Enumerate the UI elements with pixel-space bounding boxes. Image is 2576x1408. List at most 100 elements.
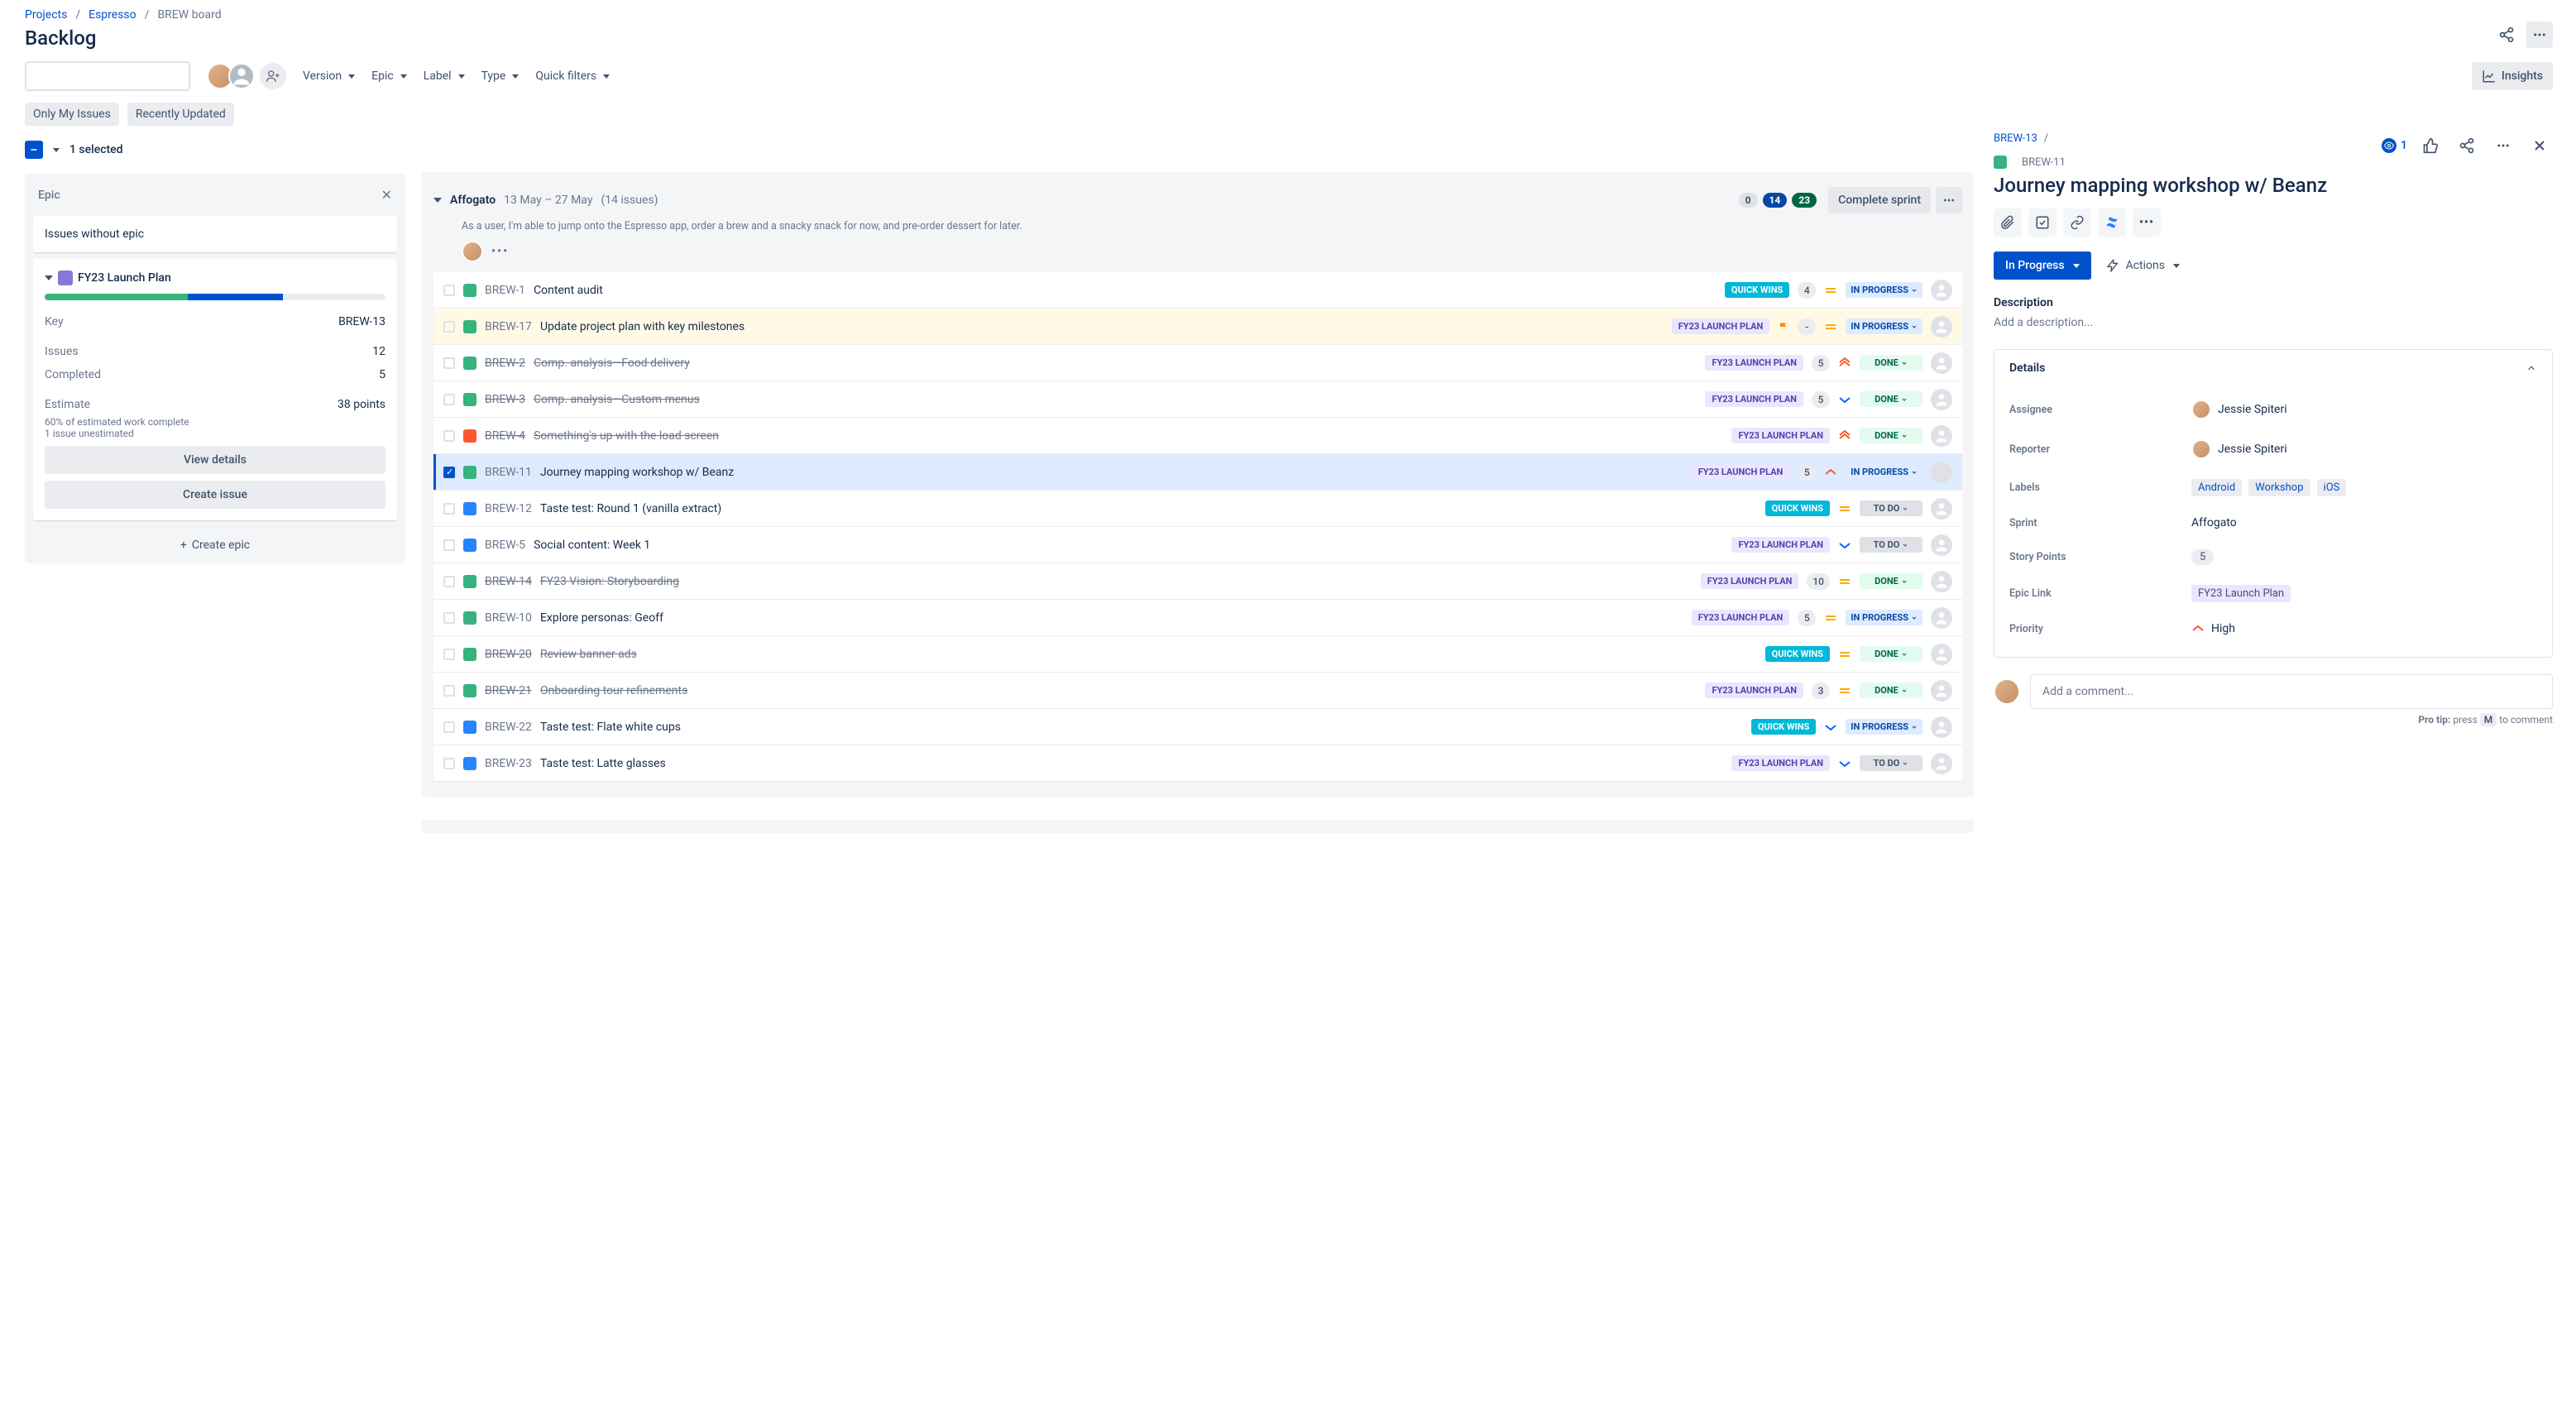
more-icon[interactable] bbox=[2526, 22, 2553, 48]
epic-label[interactable]: FY23 LAUNCH PLAN bbox=[1731, 755, 1830, 771]
issue-row[interactable]: BREW-17Update project plan with key mile… bbox=[433, 309, 1962, 345]
row-checkbox[interactable] bbox=[443, 576, 455, 587]
epic-label[interactable]: FY23 LAUNCH PLAN bbox=[1692, 464, 1790, 480]
link-icon[interactable] bbox=[2063, 208, 2091, 237]
status-dropdown[interactable]: IN PROGRESS bbox=[1846, 318, 1922, 334]
sprint-more-users-icon[interactable]: ••• bbox=[491, 245, 509, 258]
chip-recently-updated[interactable]: Recently Updated bbox=[127, 103, 234, 126]
row-checkbox[interactable] bbox=[443, 539, 455, 551]
status-dropdown[interactable]: TO DO bbox=[1860, 755, 1922, 771]
field-labels[interactable]: AndroidWorkshopiOS bbox=[2191, 479, 2537, 496]
row-checkbox[interactable] bbox=[443, 758, 455, 769]
assignee-avatar[interactable] bbox=[1931, 753, 1952, 774]
field-reporter[interactable]: Jessie Spiteri bbox=[2191, 439, 2537, 459]
status-dropdown[interactable]: DONE bbox=[1860, 646, 1922, 662]
status-dropdown[interactable]: DONE bbox=[1860, 428, 1922, 443]
row-checkbox[interactable] bbox=[443, 503, 455, 515]
epic-create-issue-button[interactable]: Create issue bbox=[45, 481, 385, 509]
epic-label[interactable]: FY23 LAUNCH PLAN bbox=[1705, 355, 1803, 371]
add-people-icon[interactable] bbox=[260, 63, 286, 89]
epic-label[interactable]: FY23 LAUNCH PLAN bbox=[1705, 391, 1803, 407]
assignee-avatar[interactable] bbox=[1931, 716, 1952, 738]
row-checkbox[interactable] bbox=[443, 321, 455, 333]
issue-key[interactable]: BREW-4 bbox=[485, 429, 525, 443]
detail-more-icon[interactable] bbox=[2490, 132, 2516, 159]
breadcrumb-projects[interactable]: Projects bbox=[25, 8, 67, 22]
detail-issue-key[interactable]: BREW-11 bbox=[2022, 156, 2066, 169]
issue-row[interactable]: BREW-4Something's up with the load scree… bbox=[433, 418, 1962, 454]
status-dropdown[interactable]: TO DO bbox=[1860, 537, 1922, 553]
issue-row[interactable]: BREW-22Taste test: Flate white cupsQUICK… bbox=[433, 709, 1962, 745]
assignee-avatar[interactable] bbox=[1931, 498, 1952, 520]
issue-row[interactable]: BREW-23Taste test: Latte glassesFY23 LAU… bbox=[433, 745, 1962, 782]
status-dropdown[interactable]: IN PROGRESS bbox=[1846, 719, 1922, 735]
issue-key[interactable]: BREW-10 bbox=[485, 611, 532, 625]
details-toggle[interactable]: Details bbox=[1994, 350, 2552, 386]
epic-view-details-button[interactable]: View details bbox=[45, 446, 385, 474]
status-dropdown[interactable]: DONE bbox=[1860, 391, 1922, 407]
insights-button[interactable]: Insights bbox=[2472, 62, 2553, 90]
row-checkbox[interactable] bbox=[443, 430, 455, 442]
share-icon[interactable] bbox=[2454, 132, 2480, 159]
assignee-avatar[interactable] bbox=[1931, 534, 1952, 556]
filter-version[interactable]: Version bbox=[303, 69, 355, 83]
epic-label[interactable]: FY23 LAUNCH PLAN bbox=[1692, 610, 1790, 625]
like-icon[interactable] bbox=[2417, 132, 2444, 159]
issue-key[interactable]: BREW-17 bbox=[485, 320, 532, 333]
issue-key[interactable]: BREW-21 bbox=[485, 684, 532, 697]
issue-key[interactable]: BREW-3 bbox=[485, 393, 525, 406]
issue-row[interactable]: BREW-11Journey mapping workshop w/ Beanz… bbox=[433, 454, 1962, 491]
assignee-avatar[interactable] bbox=[1931, 644, 1952, 665]
label-chip[interactable]: Workshop bbox=[2248, 479, 2310, 496]
epic-label[interactable]: QUICK WINS bbox=[1765, 500, 1830, 516]
issue-row[interactable]: BREW-20Review banner adsQUICK WINSDONE bbox=[433, 636, 1962, 673]
issue-key[interactable]: BREW-22 bbox=[485, 721, 532, 734]
epic-card-noepic[interactable]: Issues without epic bbox=[33, 216, 397, 252]
issue-key[interactable]: BREW-1 bbox=[485, 284, 525, 297]
search-input[interactable] bbox=[25, 61, 190, 91]
epic-label[interactable]: FY23 LAUNCH PLAN bbox=[1731, 428, 1830, 443]
issue-key[interactable]: BREW-23 bbox=[485, 757, 532, 770]
assignee-avatar[interactable] bbox=[1931, 425, 1952, 447]
epic-label[interactable]: FY23 LAUNCH PLAN bbox=[1705, 682, 1803, 698]
row-checkbox[interactable] bbox=[443, 612, 455, 624]
status-dropdown[interactable]: DONE bbox=[1860, 355, 1922, 371]
detail-parent-key[interactable]: BREW-13 bbox=[1994, 132, 2037, 145]
field-sprint[interactable]: Affogato bbox=[2191, 516, 2537, 529]
description-field[interactable]: Add a description... bbox=[1994, 316, 2553, 329]
status-dropdown[interactable]: TO DO bbox=[1860, 500, 1922, 516]
assignee-avatar[interactable] bbox=[1931, 462, 1952, 483]
row-checkbox[interactable] bbox=[443, 685, 455, 697]
assignee-avatar[interactable] bbox=[1931, 316, 1952, 338]
complete-sprint-button[interactable]: Complete sprint bbox=[1828, 187, 1931, 213]
row-checkbox[interactable] bbox=[443, 467, 455, 478]
breadcrumb-project[interactable]: Espresso bbox=[89, 8, 136, 22]
status-button[interactable]: In Progress bbox=[1994, 251, 2091, 280]
row-checkbox[interactable] bbox=[443, 394, 455, 405]
issue-row[interactable]: BREW-21Onboarding tour refinementsFY23 L… bbox=[433, 673, 1962, 709]
row-checkbox[interactable] bbox=[443, 285, 455, 296]
sprint-assignee-avatar[interactable] bbox=[462, 241, 483, 262]
epic-label[interactable]: FY23 LAUNCH PLAN bbox=[1731, 537, 1830, 553]
field-assignee[interactable]: Jessie Spiteri bbox=[2191, 400, 2537, 419]
filter-quick[interactable]: Quick filters bbox=[535, 69, 610, 83]
issue-row[interactable]: BREW-1Content auditQUICK WINS4IN PROGRES… bbox=[433, 272, 1962, 309]
attach-icon[interactable] bbox=[1994, 208, 2022, 237]
confluence-icon[interactable] bbox=[2098, 208, 2126, 237]
sprint-more-icon[interactable] bbox=[1936, 187, 1962, 213]
epic-card-launch[interactable]: FY23 Launch Plan KeyBREW-13 Issues12 Com… bbox=[33, 259, 397, 520]
epic-label[interactable]: FY23 LAUNCH PLAN bbox=[1672, 318, 1770, 334]
actions-dropdown[interactable]: Actions bbox=[2106, 259, 2180, 272]
close-icon[interactable] bbox=[2526, 132, 2553, 159]
row-checkbox[interactable] bbox=[443, 721, 455, 733]
watch-button[interactable]: 1 bbox=[2382, 138, 2407, 153]
issue-key[interactable]: BREW-14 bbox=[485, 575, 532, 588]
epic-label[interactable]: FY23 LAUNCH PLAN bbox=[1701, 573, 1799, 589]
label-chip[interactable]: iOS bbox=[2317, 479, 2347, 496]
filter-type[interactable]: Type bbox=[481, 69, 520, 83]
status-dropdown[interactable]: IN PROGRESS bbox=[1846, 464, 1922, 480]
share-icon[interactable] bbox=[2493, 22, 2520, 48]
status-dropdown[interactable]: DONE bbox=[1860, 573, 1922, 589]
epic-label[interactable]: QUICK WINS bbox=[1751, 719, 1816, 735]
status-dropdown[interactable]: IN PROGRESS bbox=[1846, 610, 1922, 625]
